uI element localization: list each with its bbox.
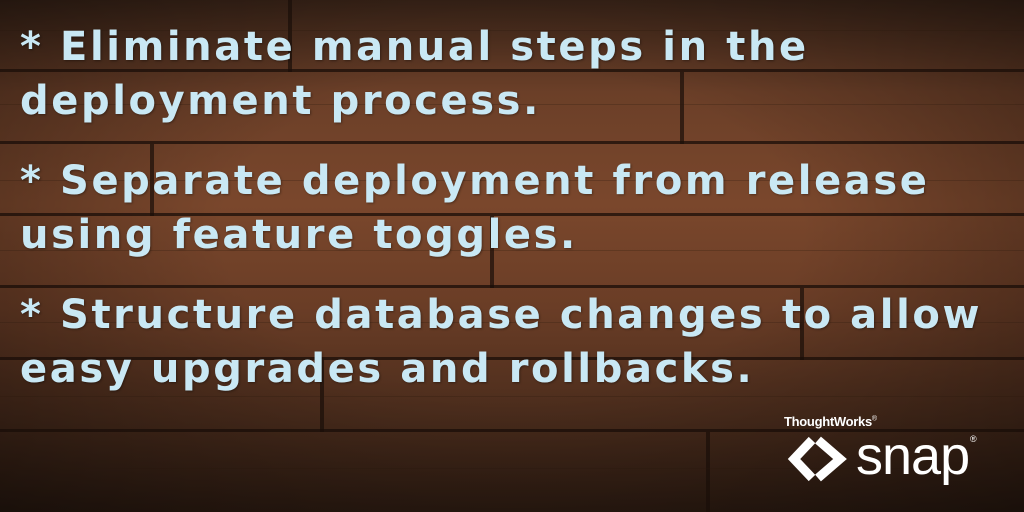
bullet-item: * Separate deployment from release using…	[20, 158, 930, 258]
snap-chevron-icon	[787, 436, 847, 482]
bullet-list: * Eliminate manual steps in the deployme…	[20, 20, 1010, 422]
company-registered-mark: ®	[871, 415, 877, 423]
snap-registered-mark: ®	[970, 434, 977, 444]
plank-seam	[706, 432, 710, 512]
snap-wordmark: snap	[856, 426, 970, 486]
bullet-item: * Structure database changes to allow ea…	[20, 292, 983, 392]
bullet-item: * Eliminate manual steps in the deployme…	[20, 24, 809, 124]
thoughtworks-snap-logo: ThoughtWorks® snap ®	[784, 414, 984, 494]
